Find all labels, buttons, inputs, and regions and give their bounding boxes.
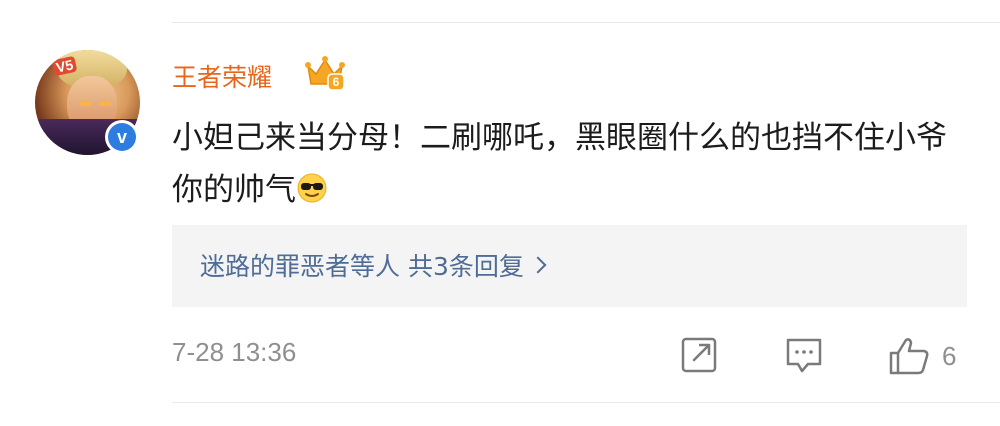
vip-crown-icon: 6 [305,56,345,91]
like-button[interactable]: 6 [888,336,956,376]
comment-button[interactable] [784,336,824,376]
sunglasses-emoji-icon [297,173,327,203]
like-count: 6 [942,340,957,371]
replies-preview[interactable]: 迷路的罪恶者等人 共3条回复 [172,225,967,307]
replies-link[interactable]: 迷路的罪恶者等人 共3条回复 [200,247,547,283]
username[interactable]: 王者荣耀 [172,58,272,94]
vip-level: 6 [333,75,340,89]
thumbs-up-icon [889,338,929,375]
comment-text: 小妲己来当分母！二刷哪吒，黑眼圈什么的也挡不住小爷你的帅气 [172,112,972,216]
bottom-divider [172,402,1000,403]
timestamp: 7-28 13:36 [172,337,297,367]
comment-body: 小妲己来当分母！二刷哪吒，黑眼圈什么的也挡不住小爷你的帅气 [172,120,947,208]
top-divider [172,22,1000,23]
replies-summary: 迷路的罪恶者等人 共3条回复 [200,252,524,281]
verified-badge-icon: v [105,120,139,154]
repost-button[interactable] [680,336,718,374]
chevron-right-icon [529,256,547,274]
repost-edit-icon [681,337,717,373]
comment-bubble-icon [786,338,822,373]
avatar[interactable]: V5 v [35,50,140,155]
